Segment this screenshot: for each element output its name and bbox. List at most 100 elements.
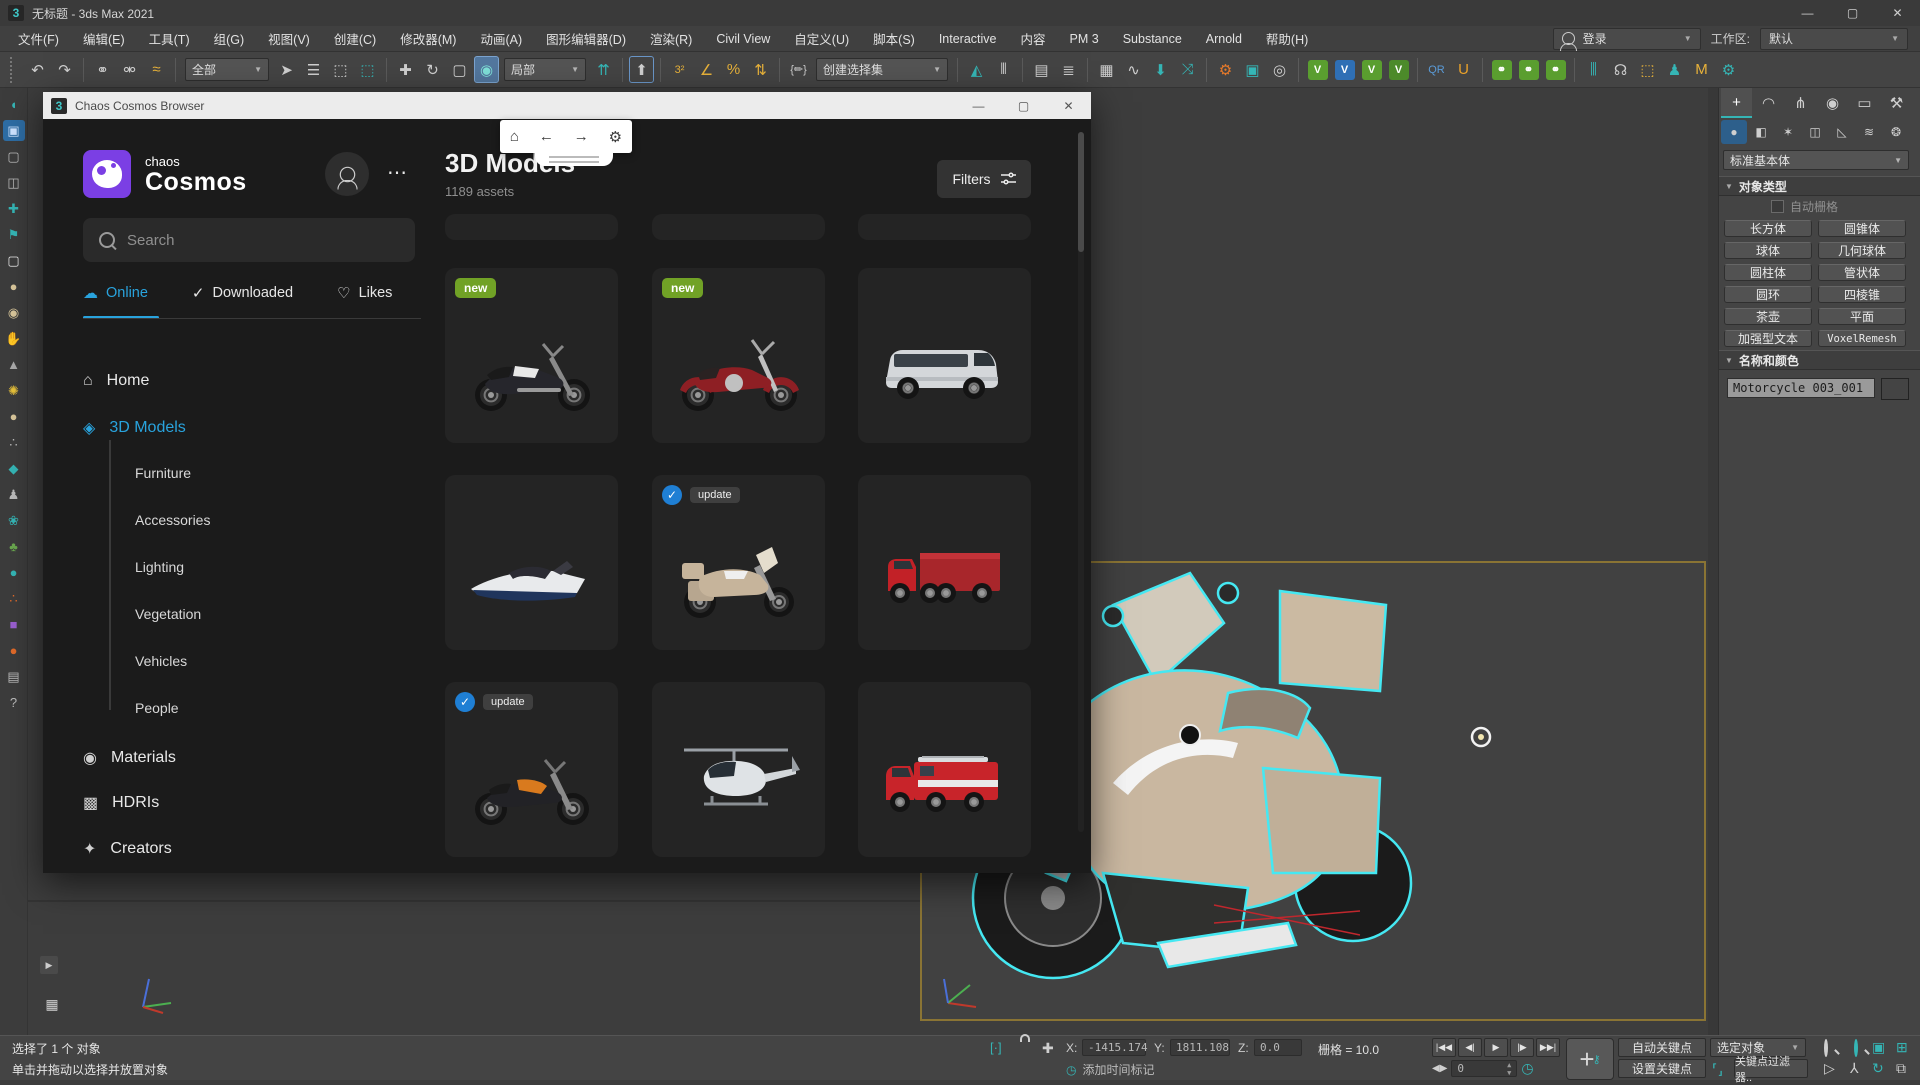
plugin-settings-gear-icon[interactable]: ⚙ [1716, 56, 1741, 83]
panel-expand-arrow[interactable]: ▶ [40, 956, 58, 974]
primitive-button-球体[interactable]: 球体 [1724, 242, 1812, 259]
current-frame-field[interactable]: 0▲▼ [1451, 1060, 1517, 1077]
toolbar-grip[interactable] [10, 57, 17, 83]
time-configuration-icon[interactable]: ◷ [1521, 1060, 1533, 1077]
dock-torus-icon[interactable]: ◉ [3, 302, 25, 323]
partial-card[interactable] [858, 214, 1031, 240]
menu-item-8[interactable]: 动画(A) [468, 26, 534, 52]
selection-filter-dropdown[interactable]: 全部▼ [185, 58, 269, 81]
go-to-end-button[interactable]: ▶▶| [1536, 1038, 1560, 1057]
primitive-button-加强型文本[interactable]: 加强型文本 [1724, 330, 1812, 347]
key-filters-button[interactable]: 关键点过滤器.. [1734, 1059, 1808, 1078]
login-dropdown[interactable]: 登录 ▼ [1553, 28, 1701, 50]
sub-spacewarps[interactable]: ≋ [1856, 120, 1882, 144]
dock-hand-icon[interactable]: ✋ [3, 328, 25, 349]
sidebar-item-vegetation[interactable]: Vegetation [135, 606, 201, 622]
percent-snap-icon[interactable]: % [721, 56, 746, 83]
dock-cube-icon[interactable]: ■ [3, 614, 25, 635]
minimize-button[interactable]: — [1785, 0, 1830, 26]
named-selection-sets-dropdown[interactable]: 创建选择集▼ [816, 58, 948, 81]
window-crossing-icon[interactable]: ⬚ [355, 56, 380, 83]
vr-headset-icon[interactable]: ☊ [1608, 56, 1633, 83]
dock-sphere-icon[interactable]: ● [3, 276, 25, 297]
primitive-button-茶壶[interactable]: 茶壶 [1724, 308, 1812, 325]
dock-plant-icon[interactable]: ♣ [3, 536, 25, 557]
cosmos-scrollbar[interactable] [1078, 132, 1084, 832]
primitive-button-圆锥体[interactable]: 圆锥体 [1818, 220, 1906, 237]
key-mode-toggle[interactable]: ◀▶ [1432, 1063, 1447, 1074]
menu-item-16[interactable]: PM 3 [1058, 26, 1111, 52]
asset-card-van[interactable] [858, 268, 1031, 443]
dock-person-icon[interactable]: ♟ [3, 484, 25, 505]
align-icon[interactable]: ⫴ [991, 56, 1016, 83]
menu-item-19[interactable]: 帮助(H) [1254, 26, 1320, 52]
asset-card-moto_naked[interactable]: ✓update [445, 682, 618, 857]
cosmos-titlebar[interactable]: 3 Chaos Cosmos Browser — ▢ ✕ [43, 92, 1091, 119]
dock-active-tool-icon[interactable]: ▣ [3, 120, 25, 141]
dock-eye-icon[interactable]: ◖ [3, 94, 25, 115]
menu-item-6[interactable]: 创建(C) [322, 26, 388, 52]
spinner-snap-icon[interactable]: ⇅ [748, 56, 773, 83]
use-pivot-center-icon[interactable]: ⇈ [591, 56, 616, 83]
viewport-layout-tab[interactable]: ▦ [42, 994, 62, 1014]
play-button[interactable]: ▶ [1484, 1038, 1508, 1057]
workspace-dropdown[interactable]: 默认 ▼ [1760, 28, 1908, 50]
sub-helpers[interactable]: ◺ [1829, 120, 1855, 144]
autogrid-checkbox[interactable]: 自动栅格 [1771, 198, 1838, 215]
dock-box-icon[interactable]: ▢ [3, 250, 25, 271]
home-icon[interactable]: ⌂ [510, 128, 519, 145]
object-type-rollout[interactable]: ▼ 对象类型 ⠿ [1719, 176, 1920, 196]
go-to-start-button[interactable]: |◀◀ [1432, 1038, 1456, 1057]
dock-clipboard-icon[interactable]: ▤ [3, 666, 25, 687]
tab-motion[interactable]: ◉ [1817, 88, 1848, 118]
tab-online[interactable]: ☁Online [83, 284, 148, 302]
vray-frame-buffer-icon[interactable]: V [1332, 56, 1357, 83]
menu-item-12[interactable]: 自定义(U) [782, 26, 861, 52]
menu-item-1[interactable]: 文件(F) [6, 26, 71, 52]
rect-selection-region-icon[interactable]: ⬚ [328, 56, 353, 83]
close-button[interactable]: ✕ [1875, 0, 1920, 26]
partial-card[interactable] [652, 214, 825, 240]
reference-coordinate-dropdown[interactable]: 局部▼ [504, 58, 586, 81]
sidebar-item-people[interactable]: People [135, 700, 179, 716]
scene-explorer-icon[interactable]: ▤ [1029, 56, 1054, 83]
y-coordinate-field[interactable]: 1811.108 [1170, 1039, 1230, 1056]
dock-dots-icon[interactable]: ∴ [3, 588, 25, 609]
sidebar-item-vehicles[interactable]: Vehicles [135, 653, 187, 669]
field-of-view-icon[interactable]: ▷ [1824, 1060, 1835, 1077]
account-avatar[interactable] [325, 152, 369, 196]
menu-item-17[interactable]: Substance [1111, 26, 1194, 52]
sub-shapes[interactable]: ◧ [1748, 120, 1774, 144]
set-key-button[interactable]: 设置关键点 [1618, 1059, 1706, 1078]
schematic-view-icon[interactable]: ⬇ [1148, 56, 1173, 83]
panel-splitter[interactable] [1708, 88, 1718, 1035]
tab-hierarchy[interactable]: ⋔ [1785, 88, 1816, 118]
sidebar-item-materials[interactable]: ◉Materials [83, 748, 176, 768]
select-and-scale-icon[interactable]: ▢ [447, 56, 472, 83]
asset-card-fire_truck[interactable] [858, 682, 1031, 857]
cosmos-close-button[interactable]: ✕ [1046, 93, 1091, 119]
sidebar-item-lighting[interactable]: Lighting [135, 559, 184, 575]
prev-frame-button[interactable]: ◀| [1458, 1038, 1482, 1057]
category-dropdown[interactable]: 标准基本体 ▼ [1723, 150, 1909, 170]
menu-item-10[interactable]: 渲染(R) [638, 26, 704, 52]
back-icon[interactable]: ← [539, 128, 554, 145]
dock-orange-ball-icon[interactable]: ● [3, 640, 25, 661]
menu-item-9[interactable]: 图形编辑器(D) [534, 26, 638, 52]
select-and-place-icon[interactable]: ◉ [474, 56, 499, 83]
filters-button[interactable]: Filters [937, 160, 1031, 198]
next-frame-button[interactable]: |▶ [1510, 1038, 1534, 1057]
select-and-manipulate-icon[interactable]: ⬆ [629, 56, 654, 83]
sidebar-item-furniture[interactable]: Furniture [135, 465, 191, 481]
sidebar-item-home[interactable]: ⌂Home [83, 372, 149, 390]
sidebar-item-3d-models[interactable]: ◈3D Models [83, 418, 186, 438]
chaos-cloud-qr-icon[interactable]: QR [1424, 56, 1449, 83]
asset-card-moto_touring[interactable]: ✓update [652, 475, 825, 650]
mirror-icon[interactable]: ◭ [964, 56, 989, 83]
menu-item-13[interactable]: 脚本(S) [861, 26, 927, 52]
dock-tool-3-icon[interactable]: ▢ [3, 146, 25, 167]
menu-item-18[interactable]: Arnold [1194, 26, 1254, 52]
cosmos-minimize-button[interactable]: — [956, 93, 1001, 119]
zoom-icon[interactable] [1824, 1039, 1828, 1057]
sidebar-item-accessories[interactable]: Accessories [135, 512, 210, 528]
